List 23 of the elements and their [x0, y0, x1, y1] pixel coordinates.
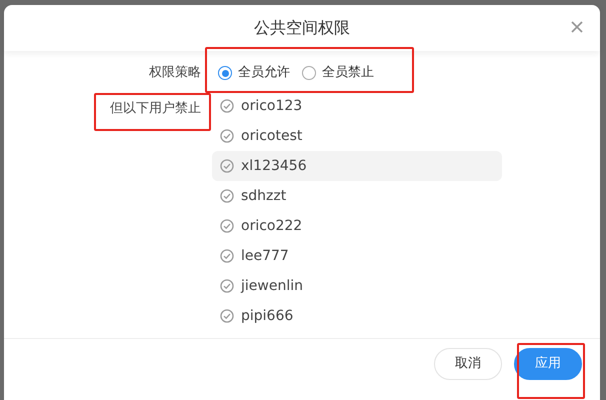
- check-circle-icon: [220, 279, 234, 293]
- user-list-item[interactable]: pipi666: [212, 301, 502, 331]
- user-list-item[interactable]: orico123: [212, 91, 502, 121]
- check-circle-icon: [220, 99, 234, 113]
- check-circle-icon: [220, 309, 234, 323]
- check-circle-icon: [220, 219, 234, 233]
- policy-radio[interactable]: 全员允许: [218, 63, 290, 83]
- policy-label: 权限策略: [148, 64, 202, 82]
- dialog-title: 公共空间权限: [254, 17, 350, 39]
- cancel-button[interactable]: 取消: [434, 348, 502, 380]
- user-list-item[interactable]: oricotest: [212, 121, 502, 151]
- check-circle-icon: [220, 129, 234, 143]
- policy-radio[interactable]: 全员禁止: [302, 63, 374, 83]
- exceptions-label: 但以下用户禁止: [110, 100, 201, 118]
- user-list-item[interactable]: xl123456: [212, 151, 502, 181]
- user-list-item[interactable]: sdhzzt: [212, 181, 502, 211]
- user-list-item[interactable]: orico222: [212, 211, 502, 241]
- check-circle-icon: [220, 189, 234, 203]
- annotation-frame: [517, 343, 585, 399]
- check-circle-icon: [220, 249, 234, 263]
- user-list-item[interactable]: lee777: [212, 241, 502, 271]
- check-circle-icon: [220, 159, 234, 173]
- user-list-item[interactable]: jiewenlin: [212, 271, 502, 301]
